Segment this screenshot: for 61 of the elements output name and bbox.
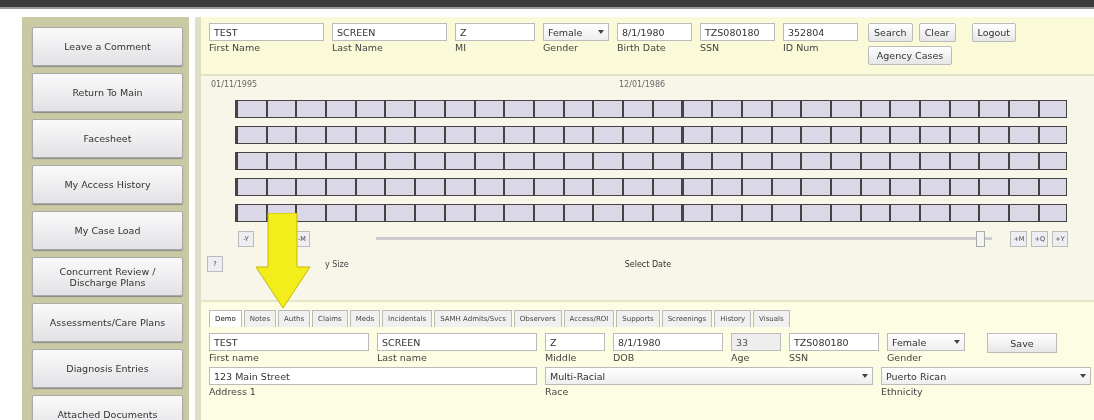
dropdown[interactable]: Female [887, 333, 965, 351]
logout-button[interactable]: Logout [971, 23, 1017, 42]
input-field[interactable]: Z [545, 333, 605, 351]
input-field[interactable]: SCREEN [377, 333, 537, 351]
sidebar-button[interactable]: My Case Load [32, 211, 183, 250]
sidebar-button[interactable]: Attached Documents [32, 395, 183, 420]
timeline-track[interactable] [235, 152, 1067, 170]
field-label: Last name [377, 352, 428, 363]
timeline-track[interactable] [235, 100, 1067, 118]
input-field[interactable]: 8/1/1980 [613, 333, 723, 351]
sidebar-button[interactable]: Leave a Comment [32, 27, 183, 66]
field-label: Middle [545, 352, 578, 363]
timeline-track[interactable] [235, 126, 1067, 144]
field-label: SSN [700, 42, 721, 53]
dropdown[interactable]: Puerto Rican [881, 367, 1091, 385]
search-bar-button[interactable]: Clear [918, 23, 956, 42]
input-field[interactable]: TZS080180 [700, 23, 775, 41]
date-label: 01/11/1995 [211, 80, 258, 89]
input-field[interactable]: TEST [209, 23, 324, 41]
field-label: Ethnicity [881, 386, 924, 397]
search-bar-button[interactable]: Search [868, 23, 913, 42]
field-label: Race [545, 386, 570, 397]
field-label: Gender [887, 352, 923, 363]
field-label: SSN [789, 352, 810, 363]
field-label: DOB [613, 352, 636, 363]
field-label: First Name [209, 42, 262, 53]
caret-icon [598, 30, 604, 34]
sidebar-button[interactable]: Facesheet [32, 119, 183, 158]
input-field[interactable]: 123 Main Street [209, 367, 537, 385]
field-label: Age [731, 352, 751, 363]
field-label: First name [209, 352, 260, 363]
size-label: y Size [325, 259, 349, 269]
dropdown[interactable]: Female [543, 23, 609, 41]
timeline-track[interactable] [235, 178, 1067, 196]
field-label: Gender [543, 42, 579, 53]
save-button[interactable]: Save [987, 333, 1057, 353]
field-label: Last Name [332, 42, 384, 53]
agency-cases-button[interactable]: Agency Cases [868, 46, 952, 65]
input-field[interactable]: TZS080180 [789, 333, 879, 351]
select-date-label: Select Date [624, 259, 672, 269]
sidebar-button[interactable]: Return To Main [32, 73, 183, 112]
sidebar-button[interactable]: Concurrent Review / Discharge Plans [32, 257, 183, 296]
sidebar-button[interactable]: Assessments/Care Plans [32, 303, 183, 342]
input-field[interactable]: Z [455, 23, 535, 41]
field-label: ID Num [783, 42, 820, 53]
input-field[interactable]: 352804 [783, 23, 858, 41]
caret-icon [1080, 374, 1086, 378]
input-field[interactable]: TEST [209, 333, 369, 351]
caret-icon [862, 374, 868, 378]
field-label: MI [455, 42, 467, 53]
input-field[interactable]: 8/1/1980 [617, 23, 692, 41]
field-label: Address 1 [209, 386, 257, 397]
input-field[interactable]: SCREEN [332, 23, 447, 41]
dropdown[interactable]: Multi-Racial [545, 367, 873, 385]
sidebar-button[interactable]: My Access History [32, 165, 183, 204]
date-label: 12/01/1986 [619, 80, 666, 89]
field-label: Birth Date [617, 42, 667, 53]
timeline-track[interactable] [235, 204, 1067, 222]
caret-icon [954, 340, 960, 344]
slider-thumb[interactable] [976, 231, 986, 247]
sidebar-button[interactable]: Diagnosis Entries [32, 349, 183, 388]
